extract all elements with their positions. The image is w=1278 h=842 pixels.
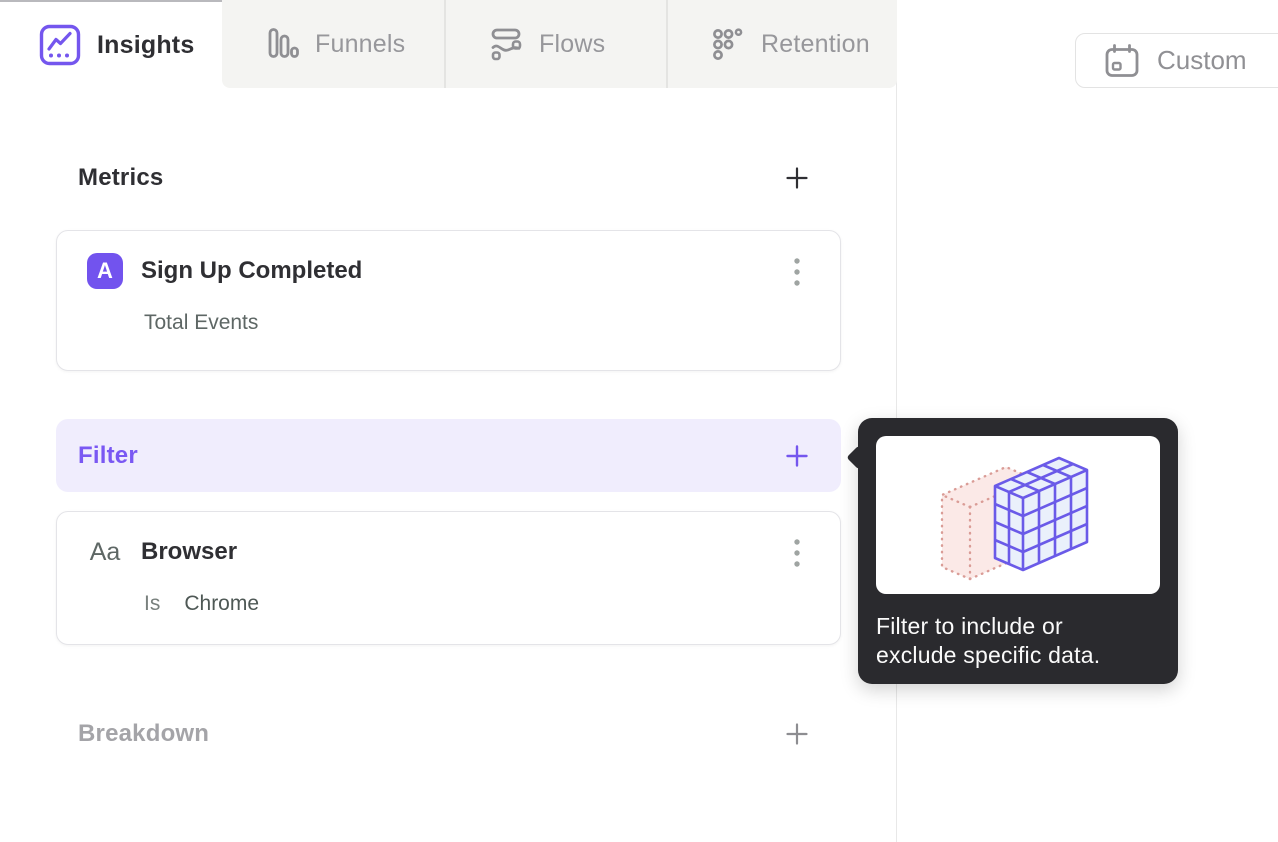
- string-property-icon: Aa: [89, 538, 121, 566]
- tooltip-text: Filter to include or exclude specific da…: [876, 613, 1101, 668]
- tab-flows[interactable]: Flows: [446, 0, 668, 88]
- tab-retention-label: Retention: [761, 29, 870, 58]
- filter-title: Filter: [78, 441, 138, 469]
- report-type-tabbar: Insights Funnels Flows Retention: [0, 0, 897, 88]
- filter-cube-illustration: [876, 436, 1160, 594]
- breakdown-section-header: Breakdown: [56, 714, 841, 754]
- tab-funnels-label: Funnels: [315, 29, 406, 58]
- insights-chart-icon: [38, 23, 82, 67]
- tab-insights-label: Insights: [97, 30, 195, 59]
- filter-operator[interactable]: Is: [144, 592, 160, 616]
- query-builder-panel: Insights Funnels Flows Retention Metrics…: [0, 0, 897, 842]
- filter-section-header[interactable]: Filter: [56, 419, 841, 492]
- tab-funnels[interactable]: Funnels: [222, 0, 446, 88]
- funnels-bars-icon: [264, 26, 300, 62]
- filter-card[interactable]: Aa Browser Is Chrome: [56, 511, 841, 645]
- date-range-label: Custom: [1157, 45, 1247, 75]
- calendar-icon: [1103, 42, 1141, 80]
- filter-card-main: Aa Browser: [57, 512, 840, 570]
- filter-card-menu-button[interactable]: [782, 536, 812, 572]
- metrics-section-header: Metrics: [56, 158, 841, 198]
- metric-card-main: A Sign Up Completed: [57, 231, 840, 289]
- filter-value[interactable]: Chrome: [184, 592, 259, 616]
- add-breakdown-button[interactable]: [783, 720, 811, 748]
- add-metric-button[interactable]: [783, 164, 811, 192]
- add-filter-button[interactable]: [783, 442, 811, 470]
- tab-insights[interactable]: Insights: [0, 0, 222, 88]
- filter-property-name: Browser: [141, 538, 238, 565]
- flows-wave-icon: [488, 26, 524, 62]
- tab-flows-label: Flows: [539, 29, 606, 58]
- filter-help-tooltip: Filter to include or exclude specific da…: [846, 418, 1178, 684]
- breakdown-title: Breakdown: [78, 720, 210, 747]
- metric-card[interactable]: A Sign Up Completed Total Events: [56, 230, 841, 371]
- filter-condition: Is Chrome: [144, 592, 840, 616]
- date-range-custom-button[interactable]: Custom: [1075, 33, 1278, 88]
- insights-report-builder: Insights Funnels Flows Retention Metrics…: [0, 0, 1278, 842]
- metric-aggregation[interactable]: Total Events: [144, 311, 840, 335]
- retention-grid-icon: [710, 26, 746, 62]
- tab-retention[interactable]: Retention: [668, 0, 897, 88]
- metric-event-name: Sign Up Completed: [141, 257, 363, 284]
- metric-card-menu-button[interactable]: [782, 255, 812, 291]
- metrics-title: Metrics: [78, 164, 164, 191]
- metric-series-badge: A: [87, 253, 123, 289]
